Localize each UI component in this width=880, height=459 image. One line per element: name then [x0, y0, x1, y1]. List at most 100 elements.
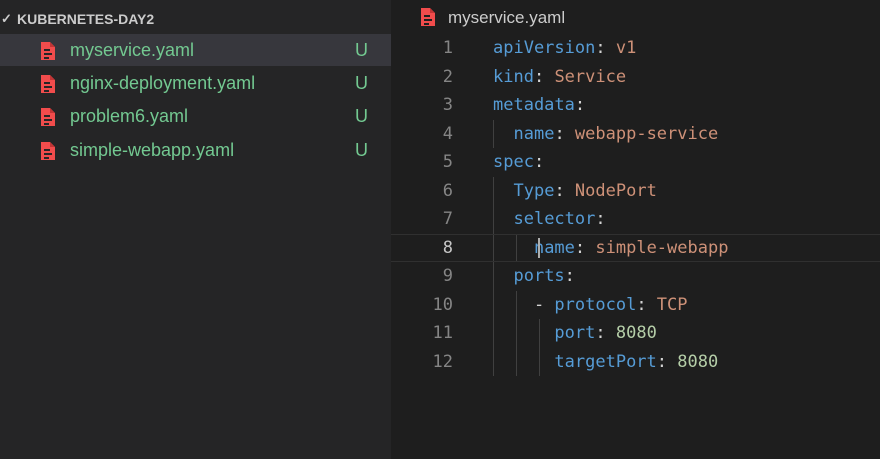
code-text: metadata: — [493, 91, 585, 119]
yaml-key: protocol — [554, 294, 637, 315]
yaml-key: targetPort — [554, 351, 657, 372]
code-indent: - — [493, 294, 555, 315]
code-text: apiVersion: v1 — [493, 34, 636, 62]
yaml-file-icon — [419, 7, 437, 32]
code-line[interactable]: 10 - protocol: TCP — [391, 291, 880, 319]
code-line[interactable]: 3 metadata: — [391, 91, 880, 119]
code-text: - protocol: TCP — [493, 291, 688, 319]
code-line[interactable]: 7 selector: — [391, 205, 880, 233]
file-name: nginx-deployment.yaml — [70, 73, 256, 93]
code-line[interactable]: 5 spec: — [391, 148, 880, 176]
yaml-key: selector — [513, 209, 596, 229]
code-line[interactable]: 6 Type: NodePort — [391, 177, 880, 205]
text-cursor — [538, 237, 540, 258]
line-number: 5 — [442, 152, 453, 172]
chevron-down-icon[interactable]: ✓ — [0, 11, 17, 27]
yaml-separator: : — [656, 351, 678, 372]
code-line[interactable]: 4 name: webapp-service — [391, 120, 880, 148]
yaml-value: NodePort — [574, 180, 657, 201]
file-name: simple-webapp.yaml — [70, 140, 235, 160]
yaml-file-icon — [39, 41, 57, 66]
yaml-file-icon — [39, 141, 57, 166]
yaml-separator: : — [595, 323, 616, 343]
yaml-key: ports — [513, 266, 565, 286]
yaml-value: simple-webapp — [595, 237, 729, 258]
code-line[interactable]: 9 ports: — [391, 262, 880, 290]
git-status-badge: U — [355, 106, 368, 126]
file-item-problem6[interactable]: problem6.yaml U — [0, 100, 391, 132]
code-line[interactable]: 1 apiVersion: v1 — [391, 34, 880, 62]
file-name: problem6.yaml — [70, 106, 189, 126]
line-number: 2 — [442, 66, 453, 87]
yaml-value: 8080 — [615, 323, 657, 343]
yaml-value: v1 — [615, 38, 637, 58]
code-text: kind: Service — [493, 63, 626, 91]
code-text: targetPort: 8080 — [493, 348, 718, 376]
code-text: selector: — [493, 205, 606, 233]
line-number: 9 — [442, 266, 453, 286]
line-number: 8 — [442, 237, 453, 258]
yaml-key: name — [533, 237, 575, 258]
line-number: 6 — [442, 180, 453, 201]
code-text: spec: — [493, 148, 544, 176]
yaml-key: spec — [493, 152, 534, 172]
yaml-separator: : — [574, 237, 596, 258]
line-number: 1 — [442, 38, 453, 58]
git-status-badge: U — [355, 73, 368, 93]
yaml-separator: : — [554, 180, 575, 201]
yaml-separator: : — [554, 123, 575, 144]
yaml-key: metadata — [493, 95, 575, 115]
breadcrumb-file-name: myservice.yaml — [448, 8, 566, 27]
code-text: name: webapp-service — [493, 120, 718, 148]
yaml-separator: : — [564, 266, 575, 286]
yaml-separator: : — [636, 294, 657, 315]
code-line[interactable]: 11 port: 8080 — [391, 319, 880, 347]
file-item-myservice[interactable]: myservice.yaml U — [0, 34, 391, 66]
line-number: 7 — [442, 209, 453, 229]
yaml-separator: : — [533, 152, 545, 172]
file-item-simple-webapp[interactable]: simple-webapp.yaml U — [0, 134, 391, 166]
line-number: 11 — [432, 323, 453, 343]
yaml-value: webapp-service — [574, 123, 719, 144]
breadcrumb[interactable]: myservice.yaml — [391, 6, 880, 30]
code-text: Type: NodePort — [493, 177, 657, 205]
file-name: myservice.yaml — [70, 40, 195, 60]
code-line[interactable]: 2 kind: Service — [391, 63, 880, 91]
yaml-key: name — [513, 123, 555, 144]
yaml-file-icon — [39, 74, 57, 99]
yaml-value: Service — [554, 66, 627, 87]
code-text: name: simple-webapp — [493, 235, 729, 261]
yaml-file-icon — [39, 107, 57, 132]
line-number: 12 — [432, 351, 453, 372]
yaml-separator: : — [533, 66, 555, 87]
yaml-key: Type — [513, 180, 555, 201]
line-number: 3 — [442, 95, 453, 115]
yaml-separator: : — [574, 95, 586, 115]
file-item-nginx-deployment[interactable]: nginx-deployment.yaml U — [0, 67, 391, 99]
line-number: 10 — [432, 294, 453, 315]
code-editor[interactable]: myservice.yaml 1 apiVersion: v1 2 kind: Ser… — [391, 0, 880, 459]
git-status-badge: U — [355, 40, 368, 60]
yaml-separator: : — [595, 38, 616, 58]
code-text: port: 8080 — [493, 319, 657, 347]
code-line[interactable]: 8 name: simple-webapp — [391, 233, 880, 262]
yaml-key: kind — [493, 66, 534, 87]
yaml-separator: : — [595, 209, 606, 229]
yaml-value: TCP — [656, 294, 688, 315]
explorer-sidebar: ✓ KUBERNETES-DAY2 myservice.yaml U nginx… — [0, 0, 391, 459]
code-line[interactable]: 12 targetPort: 8080 — [391, 348, 880, 376]
code-text: ports: — [493, 262, 575, 290]
yaml-key: port — [554, 323, 596, 343]
yaml-value: 8080 — [677, 351, 719, 372]
git-status-badge: U — [355, 140, 368, 160]
folder-name: KUBERNETES-DAY2 — [17, 11, 155, 27]
folder-header[interactable]: ✓ KUBERNETES-DAY2 — [0, 6, 391, 32]
yaml-key: apiVersion — [493, 38, 596, 58]
